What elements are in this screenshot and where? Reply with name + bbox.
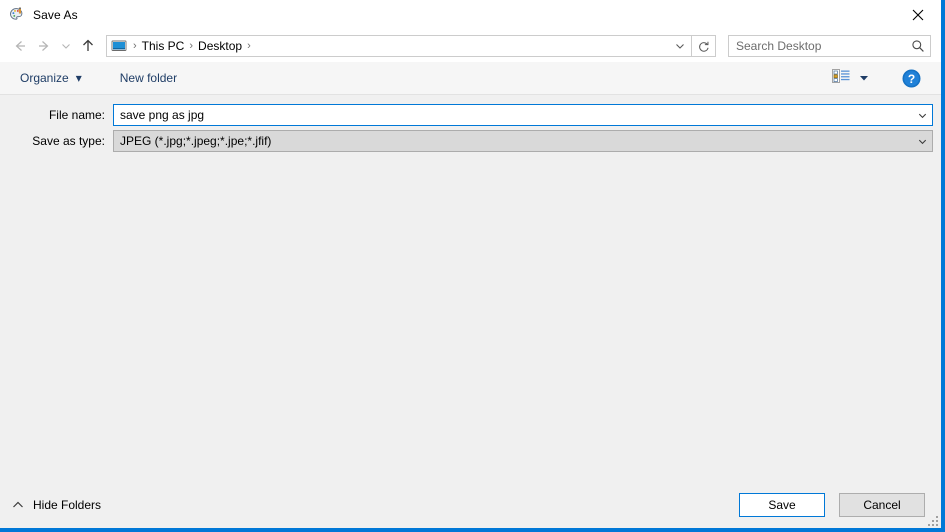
close-button[interactable] <box>895 0 941 30</box>
help-button[interactable]: ? <box>897 64 925 92</box>
dialog-footer: Hide Folders Save Cancel <box>0 482 941 528</box>
forward-button[interactable] <box>32 34 56 58</box>
breadcrumb-this-pc[interactable]: This PC <box>139 36 188 56</box>
chevron-down-icon <box>62 44 70 49</box>
chevron-down-icon <box>918 139 926 144</box>
svg-text:?: ? <box>907 72 914 86</box>
save-as-type-row: Save as type: JPEG (*.jpg;*.jpeg;*.jpe;*… <box>0 130 941 152</box>
up-button[interactable] <box>76 34 100 58</box>
file-name-input[interactable]: save png as jpg <box>113 104 933 126</box>
file-name-row: File name: save png as jpg <box>0 104 941 126</box>
address-bar[interactable]: › This PC › Desktop › <box>106 35 692 57</box>
breadcrumb-separator: › <box>133 40 137 52</box>
navigation-bar: › This PC › Desktop › Search Desktop <box>0 30 941 62</box>
organize-label: Organize <box>20 71 69 85</box>
paint-palette-icon <box>9 7 25 23</box>
file-name-value[interactable]: save png as jpg <box>114 108 912 122</box>
organize-button[interactable]: Organize ▾ <box>14 66 88 90</box>
resize-grip-icon[interactable] <box>926 514 938 526</box>
breadcrumb-separator[interactable]: › <box>187 36 195 56</box>
search-input[interactable]: Search Desktop <box>729 39 906 53</box>
save-as-type-label: Save as type: <box>32 134 105 148</box>
save-as-type-value[interactable]: JPEG (*.jpg;*.jpeg;*.jpe;*.jfif) <box>114 134 912 148</box>
breadcrumb-separator[interactable]: › <box>245 36 253 56</box>
help-icon: ? <box>902 69 920 87</box>
save-as-type-dropdown-button[interactable] <box>912 136 932 147</box>
chevron-up-icon <box>12 500 24 510</box>
close-icon <box>912 9 924 21</box>
arrow-right-icon <box>39 41 49 51</box>
command-toolbar: Organize ▾ New folder ? <box>0 62 941 95</box>
monitor-icon <box>111 38 127 54</box>
address-dropdown-button[interactable] <box>669 36 691 56</box>
arrow-up-icon <box>83 39 93 51</box>
save-as-dialog: Save As › This PC › Desktop › Search Des… <box>0 0 945 532</box>
chevron-down-icon: ▾ <box>75 71 82 85</box>
cancel-button[interactable]: Cancel <box>839 493 925 517</box>
hide-folders-label: Hide Folders <box>33 498 102 512</box>
save-as-type-select[interactable]: JPEG (*.jpg;*.jpeg;*.jpe;*.jfif) <box>113 130 933 152</box>
back-button[interactable] <box>8 34 32 58</box>
refresh-icon <box>699 41 709 52</box>
search-icon[interactable] <box>906 39 930 53</box>
chevron-down-icon <box>918 113 926 118</box>
chevron-down-icon <box>676 44 684 49</box>
title-bar: Save As <box>0 0 941 30</box>
refresh-button[interactable] <box>692 35 716 57</box>
hide-folders-button[interactable]: Hide Folders <box>12 494 101 516</box>
file-name-dropdown-button[interactable] <box>912 110 932 121</box>
arrow-left-icon <box>15 41 25 51</box>
window-title: Save As <box>33 8 78 22</box>
search-box[interactable]: Search Desktop <box>728 35 931 57</box>
dialog-empty-area <box>0 156 941 482</box>
file-name-label: File name: <box>48 108 105 122</box>
chevron-down-icon <box>859 69 869 87</box>
form-area: File name: save png as jpg Save as type:… <box>0 95 941 156</box>
new-folder-label: New folder <box>119 71 178 85</box>
save-button[interactable]: Save <box>739 493 825 517</box>
new-folder-button[interactable]: New folder <box>114 66 183 90</box>
list-view-icon <box>832 68 850 89</box>
breadcrumb-desktop[interactable]: Desktop <box>195 36 245 56</box>
recent-locations-button[interactable] <box>56 34 76 58</box>
change-view-button[interactable] <box>828 66 873 90</box>
